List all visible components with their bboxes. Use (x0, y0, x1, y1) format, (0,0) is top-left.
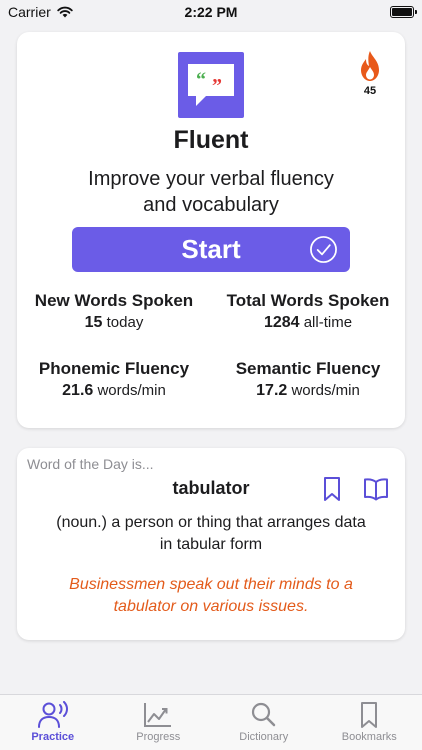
example-line-1: Businessmen speak out their minds to a (69, 576, 353, 593)
stat-line: 15 today (17, 314, 211, 332)
tab-bookmarks[interactable]: Bookmarks (317, 695, 422, 750)
stat-title: Total Words Spoken (226, 291, 390, 310)
dictionary-icon (251, 702, 275, 727)
tab-practice[interactable]: Practice (0, 695, 106, 750)
start-button[interactable]: Start (72, 227, 350, 272)
tab-label: Dictionary (239, 731, 289, 743)
status-left: Carrier (8, 4, 128, 20)
example-line-2: tabulator on various issues. (113, 598, 309, 615)
tab-label: Practice (31, 731, 75, 743)
word-of-day-example: Businessmen speak out their minds to a t… (29, 574, 393, 618)
stat-value: 15 (84, 314, 103, 331)
start-button-label: Start (181, 234, 241, 264)
tagline-line-1: Improve your verbal fluency (88, 168, 334, 190)
wifi-icon (57, 6, 73, 18)
tab-label: Progress (136, 731, 181, 743)
app-title: Fluent (173, 126, 249, 154)
book-open-icon (364, 478, 388, 501)
tab-progress[interactable]: Progress (106, 695, 212, 750)
stat-total-words: Total Words Spoken 1284 all-time (211, 291, 405, 332)
word-of-day-card: Word of the Day is... tabulator (noun.) … (17, 448, 405, 640)
stat-title: Semantic Fluency (235, 359, 381, 378)
bookmark-icon (324, 477, 340, 501)
stat-new-words: New Words Spoken 15 today (17, 291, 211, 332)
word-of-day-definition: (noun.) a person or thing that arranges … (29, 512, 393, 556)
battery-fill (391, 8, 412, 16)
stat-line: 21.6 words/min (17, 382, 211, 400)
stat-semantic-fluency: Semantic Fluency 17.2 words/min (211, 359, 405, 400)
status-time: 2:22 PM (184, 4, 238, 20)
battery-icon (389, 6, 417, 18)
status-bar: Carrier 2:22 PM (0, 0, 422, 24)
stat-value: 21.6 (62, 382, 94, 399)
main-card: “ ” 45 Fluent Improve your verbal fluenc… (17, 32, 405, 428)
carrier-label: Carrier (8, 4, 51, 20)
stat-value: 17.2 (256, 382, 288, 399)
svg-text:”: ” (212, 75, 222, 97)
stat-unit: words/min (291, 382, 360, 399)
stat-title: New Words Spoken (34, 291, 194, 310)
tagline: Improve your verbal fluency and vocabula… (47, 166, 375, 218)
streak-badge: 45 (355, 50, 385, 97)
progress-icon (144, 703, 172, 727)
definition-line-2: in tabular form (159, 536, 263, 553)
tab-bar: Practice Progress Dictionary Bookmarks (0, 694, 422, 750)
tab-dictionary[interactable]: Dictionary (211, 695, 317, 750)
practice-icon (37, 701, 68, 728)
stat-phonemic-fluency: Phonemic Fluency 21.6 words/min (17, 359, 211, 400)
app-logo-icon: “ ” (178, 52, 244, 118)
bookmark-button[interactable] (319, 476, 345, 502)
stat-line: 1284 all-time (211, 314, 405, 332)
dictionary-button[interactable] (363, 476, 389, 502)
speech-bubble-icon: “ ” (188, 64, 234, 106)
stat-unit: today (106, 314, 144, 331)
word-of-day-prefix: Word of the Day is... (27, 456, 154, 472)
bookmarks-icon (361, 702, 378, 728)
stat-unit: words/min (97, 382, 166, 399)
svg-text:“: “ (196, 69, 206, 91)
definition-line-1: (noun.) a person or thing that arranges … (56, 514, 366, 531)
flame-icon (361, 51, 379, 81)
stat-value: 1284 (263, 314, 300, 331)
tagline-line-2: and vocabulary (143, 194, 279, 216)
status-right (294, 6, 417, 18)
streak-count: 45 (363, 85, 377, 97)
checkmark-circle-icon (310, 236, 337, 263)
stat-line: 17.2 words/min (211, 382, 405, 400)
stat-unit: all-time (303, 314, 353, 331)
word-of-day-actions (319, 476, 389, 502)
stat-title: Phonemic Fluency (38, 359, 190, 378)
tab-label: Bookmarks (341, 731, 397, 743)
